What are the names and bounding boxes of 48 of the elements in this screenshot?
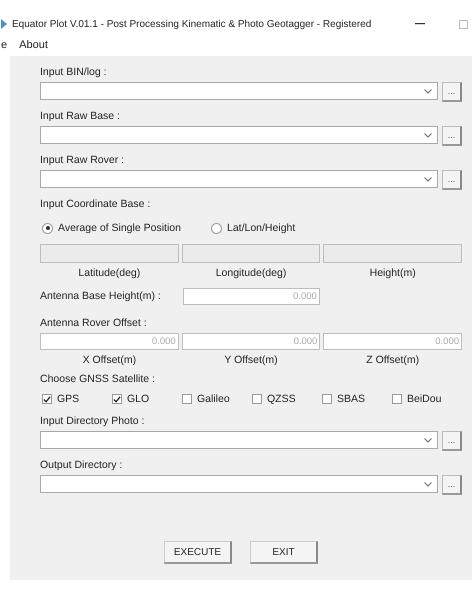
chevron-down-icon bbox=[424, 132, 432, 138]
browse-button[interactable]: ... bbox=[442, 431, 462, 451]
path-dropdown[interactable] bbox=[40, 475, 438, 493]
satellite-checkbox[interactable]: QZSS bbox=[252, 393, 322, 405]
section-label: Antenna Rover Offset : bbox=[40, 316, 147, 331]
checkmark-icon bbox=[43, 394, 51, 404]
field-label: Output Directory : bbox=[40, 458, 122, 473]
satellite-checkbox[interactable]: GPS bbox=[42, 393, 112, 405]
action-button[interactable]: EXECUTE bbox=[164, 541, 232, 564]
menu-item[interactable]: e bbox=[1, 39, 8, 51]
chevron-down-icon bbox=[424, 438, 432, 442]
checkmark-icon bbox=[113, 394, 121, 404]
field-caption: Z Offset(m) bbox=[366, 354, 420, 367]
menu-item[interactable]: About bbox=[19, 39, 48, 51]
browse-button[interactable]: ... bbox=[442, 170, 462, 190]
minimize-icon[interactable] bbox=[415, 23, 425, 25]
path-dropdown[interactable] bbox=[40, 126, 438, 144]
satellite-checkbox[interactable]: BeiDou bbox=[392, 393, 462, 405]
radio-option[interactable]: Lat/Lon/Height bbox=[210, 222, 296, 234]
path-dropdown[interactable] bbox=[40, 82, 438, 100]
field-caption: Y Offset(m) bbox=[224, 354, 278, 367]
field-label: Input BIN/log : bbox=[40, 65, 107, 80]
browse-button[interactable]: ... bbox=[442, 82, 462, 102]
field-caption: Height(m) bbox=[370, 267, 416, 280]
satellite-checkbox[interactable]: SBAS bbox=[322, 393, 392, 405]
section-label: Input Coordinate Base : bbox=[40, 197, 150, 212]
section-label: Choose GNSS Satellite : bbox=[40, 372, 155, 387]
field-caption: Longitude(deg) bbox=[216, 267, 286, 280]
window-title: Equator Plot V.01.1 - Post Processing Kinematic & Photo Geotagger - Registered bbox=[12, 18, 372, 30]
browse-button[interactable]: ... bbox=[442, 126, 462, 146]
field-caption: Latitude(deg) bbox=[78, 267, 140, 280]
path-dropdown[interactable] bbox=[40, 170, 438, 188]
field-label: Antenna Base Height(m) : bbox=[40, 289, 161, 304]
path-dropdown[interactable] bbox=[40, 431, 438, 449]
maximize-icon[interactable] bbox=[459, 20, 468, 28]
browse-button[interactable]: ... bbox=[442, 475, 462, 495]
field-caption: X Offset(m) bbox=[82, 354, 136, 367]
chevron-down-icon bbox=[424, 482, 432, 486]
chevron-down-icon bbox=[424, 88, 432, 94]
field-label: Input Directory Photo : bbox=[40, 414, 144, 429]
chevron-down-icon bbox=[424, 176, 432, 182]
radio-option[interactable]: Average of Single Position bbox=[42, 222, 181, 234]
satellite-checkbox[interactable]: GLO bbox=[112, 393, 182, 405]
field-label: Input Raw Base : bbox=[40, 109, 120, 124]
field-label: Input Raw Rover : bbox=[40, 153, 124, 168]
app-icon bbox=[1, 19, 7, 29]
action-button[interactable]: EXIT bbox=[250, 541, 318, 564]
satellite-checkbox[interactable]: Galileo bbox=[182, 393, 252, 405]
